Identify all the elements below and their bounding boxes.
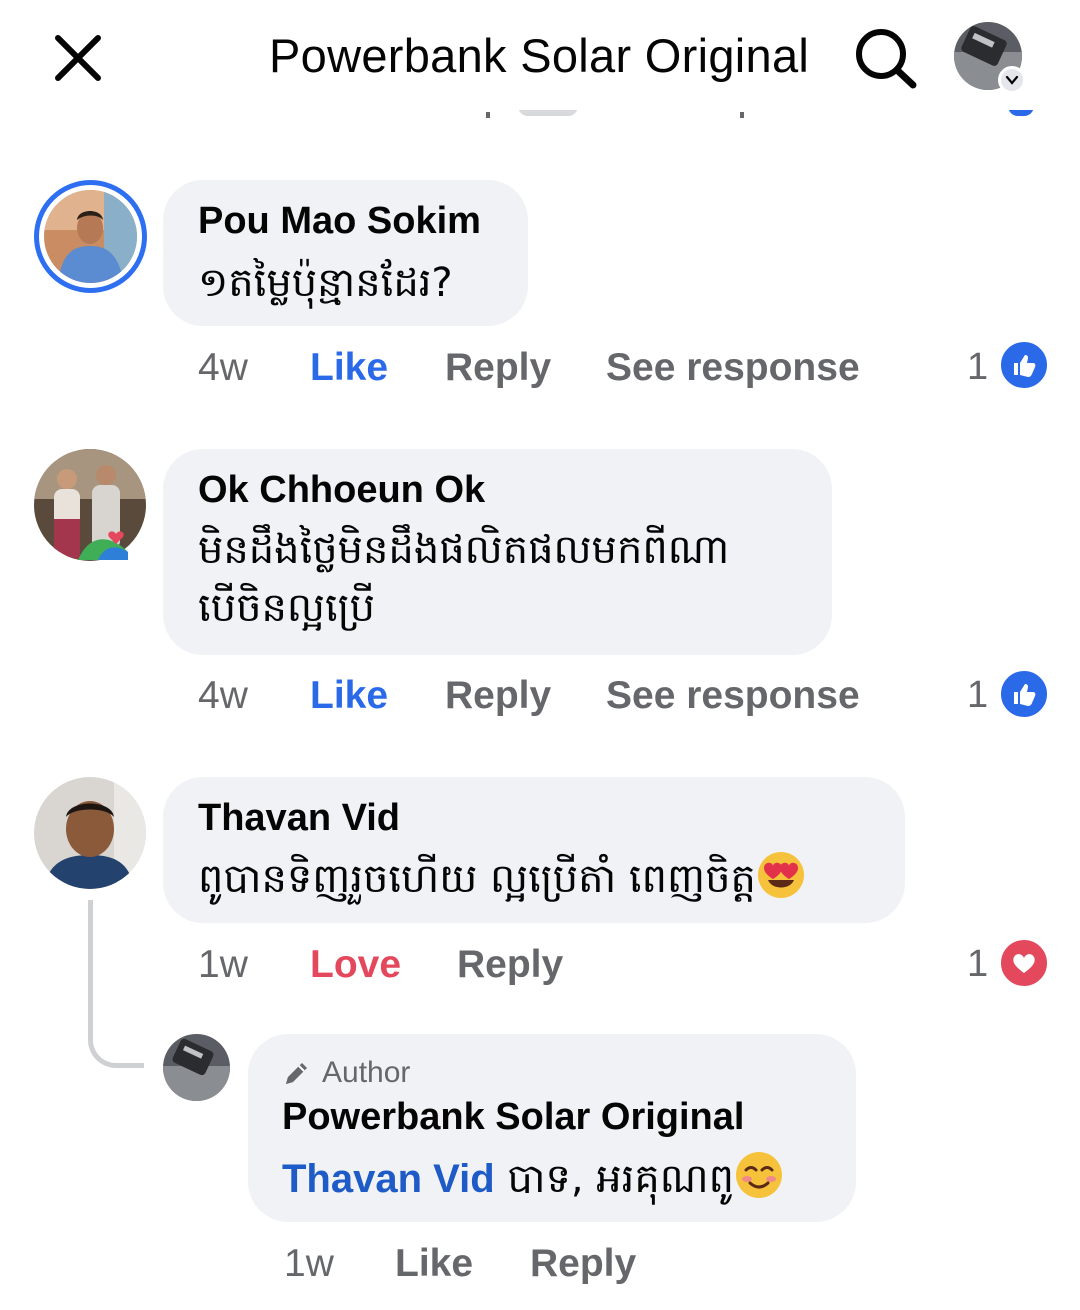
reply-thread-line — [88, 900, 144, 1068]
reply-time[interactable]: 1w — [284, 1242, 334, 1286]
search-icon — [856, 29, 917, 89]
comment-text: ពូបានទិញរួចហើយ ល្អប្រើតាំ ពេញចិត្ត — [198, 850, 806, 907]
comment-text-line: មិនដឹងថ្លៃមិនដឹងផលិតផលមកពីណា — [198, 527, 730, 573]
comment-time[interactable]: 4w — [198, 674, 248, 718]
profile-menu-button[interactable] — [954, 22, 1026, 94]
avatar[interactable] — [44, 190, 137, 283]
heart-eyes-emoji — [757, 852, 804, 898]
reply-button[interactable]: Reply — [530, 1242, 636, 1286]
scrolled-content-edge — [740, 110, 748, 122]
reaction-count[interactable]: 1 — [967, 674, 988, 717]
comment-text-content: ពូបានទិញរួចហើយ ល្អប្រើតាំ ពេញចិត្ត — [198, 856, 756, 902]
comment-text-line: បើចិនល្អប្រើ — [198, 585, 375, 631]
comment-author-name[interactable]: Thavan Vid — [198, 797, 400, 840]
like-icon[interactable] — [998, 668, 1050, 720]
author-badge: Author — [282, 1056, 410, 1090]
mention-link[interactable]: Thavan Vid — [282, 1157, 495, 1201]
close-icon — [55, 35, 101, 81]
search-button[interactable] — [853, 26, 919, 90]
see-response-button[interactable]: See response — [606, 346, 860, 390]
reply-button[interactable]: Reply — [457, 943, 563, 987]
pencil-icon — [286, 1063, 307, 1084]
close-button[interactable] — [52, 32, 104, 84]
reply-author-name[interactable]: Powerbank Solar Original — [282, 1096, 744, 1139]
reply-button[interactable]: Reply — [445, 674, 551, 718]
see-response-button[interactable]: See response — [606, 674, 860, 718]
avatar[interactable] — [34, 777, 146, 889]
reaction-count[interactable]: 1 — [967, 346, 988, 389]
scrolled-content-edge — [1008, 110, 1038, 122]
reply-text: Thavan Vid បាទ, អរគុណពូ — [282, 1150, 784, 1207]
reaction-count[interactable]: 1 — [967, 943, 988, 986]
avatar[interactable] — [163, 1034, 230, 1101]
comment-time[interactable]: 1w — [198, 943, 248, 987]
comment-author-name[interactable]: Ok Chhoeun Ok — [198, 469, 485, 512]
scrolled-content-edge — [486, 110, 494, 122]
comment-text: ១តម្លៃប៉ុន្មានដែរ? — [198, 260, 453, 306]
page-title: Powerbank Solar Original — [269, 29, 810, 82]
reply-text-content: បាទ, អរគុណពូ — [494, 1156, 734, 1202]
reply-button[interactable]: Reply — [445, 346, 551, 390]
like-button[interactable]: Like — [395, 1242, 473, 1286]
scrolled-content-edge — [518, 110, 588, 122]
like-button[interactable]: Like — [310, 346, 388, 390]
like-icon[interactable] — [998, 339, 1050, 391]
top-bar: Powerbank Solar Original — [0, 0, 1080, 118]
comment-time[interactable]: 4w — [198, 346, 248, 390]
like-button[interactable]: Like — [310, 674, 388, 718]
avatar-frame-badge — [78, 522, 128, 560]
love-icon[interactable] — [998, 937, 1050, 989]
comment-author-name[interactable]: Pou Mao Sokim — [198, 200, 481, 243]
author-badge-label: Author — [322, 1056, 411, 1089]
chevron-down-icon — [998, 66, 1026, 94]
smiling-blush-emoji — [735, 1152, 782, 1198]
love-button[interactable]: Love — [310, 943, 401, 987]
